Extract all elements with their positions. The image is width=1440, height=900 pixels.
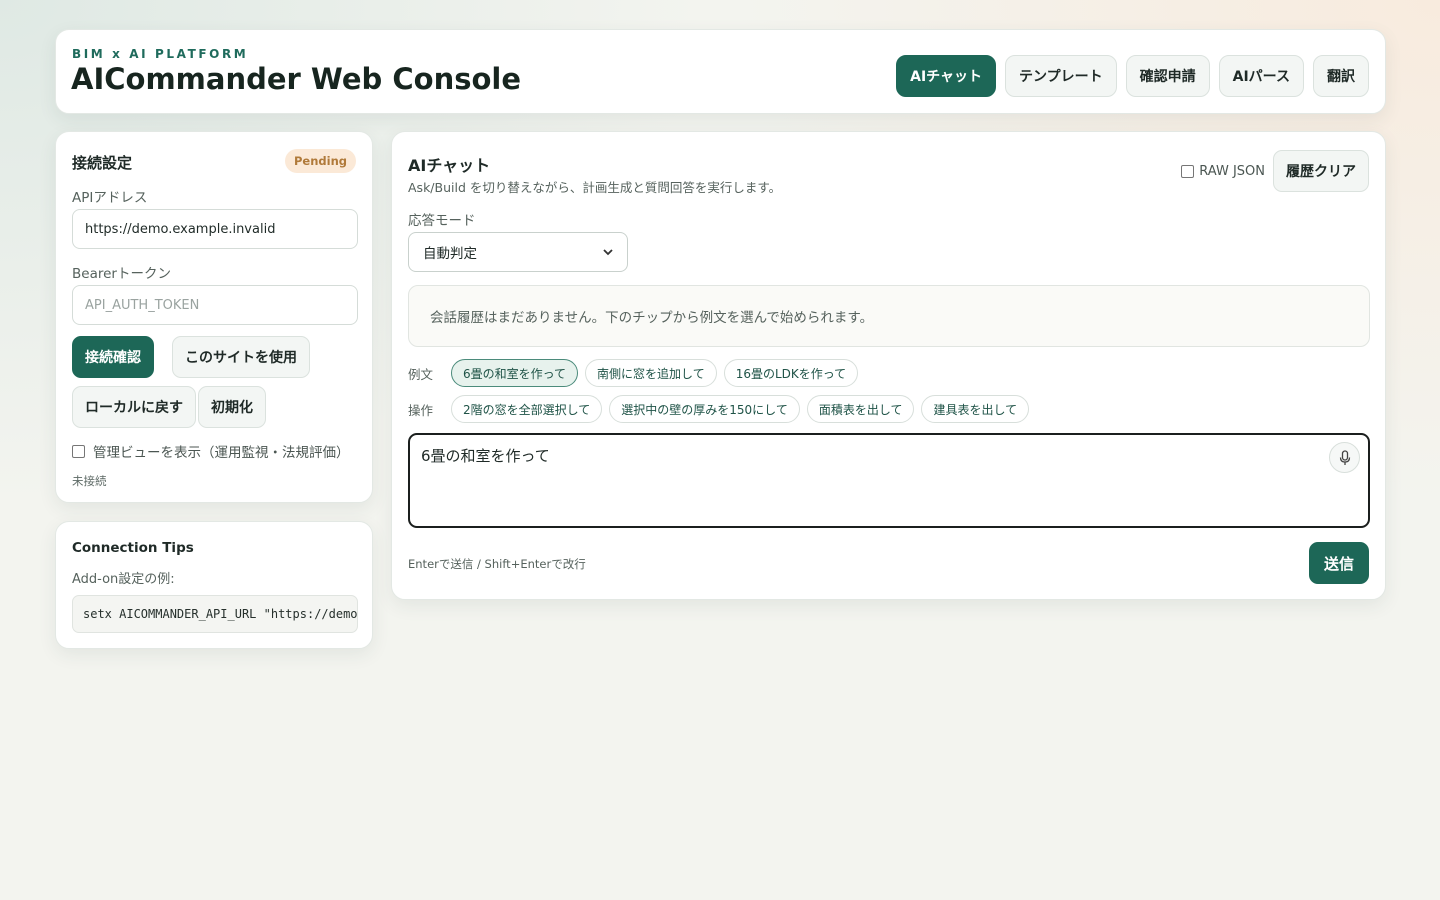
chat-subtitle: Ask/Build を切り替えながら、計画生成と質問回答を実行します。 — [408, 180, 782, 195]
operation-chip[interactable]: 建具表を出して — [921, 395, 1030, 423]
examples-label: 例文 — [408, 366, 434, 382]
operation-chip[interactable]: 面積表を出して — [806, 395, 915, 423]
bearer-token-label: Bearerトークン — [72, 266, 171, 282]
connection-status-text: 未接続 — [72, 474, 107, 488]
reset-button[interactable]: 初期化 — [198, 386, 266, 428]
header-card: BIM x AI PLATFORM AICommander Web Consol… — [55, 29, 1386, 114]
raw-json-label: RAW JSON — [1199, 164, 1265, 179]
chat-history-panel: 会話履歴はまだありません。下のチップから例文を選んで始められます。 — [408, 285, 1370, 347]
example-chip[interactable]: 6畳の和室を作って — [451, 359, 579, 387]
tab-permit-application[interactable]: 確認申請 — [1125, 55, 1210, 97]
api-address-input[interactable]: https://demo.example.invalid — [72, 209, 358, 249]
example-chips-row: 例文 6畳の和室を作って 南側に窓を追加して 16畳のLDKを作って — [408, 359, 859, 387]
microphone-icon[interactable] — [1329, 442, 1360, 473]
response-mode-select[interactable]: 自動判定 — [408, 232, 628, 272]
keyboard-hint: Enterで送信 / Shift+Enterで改行 — [408, 557, 586, 571]
admin-view-label: 管理ビューを表示（運用監視・法規評価） — [93, 445, 350, 461]
ai-chat-card: AIチャット Ask/Build を切り替えながら、計画生成と質問回答を実行しま… — [391, 131, 1386, 600]
tips-code-block[interactable]: setx AICOMMANDER_API_URL "https://demo — [72, 595, 358, 633]
chat-history-empty-text: 会話履歴はまだありません。下のチップから例文を選んで始められます。 — [430, 310, 874, 326]
raw-json-toggle[interactable]: RAW JSON — [1181, 164, 1265, 179]
revert-local-button[interactable]: ローカルに戻す — [72, 386, 196, 428]
chat-input-value: 6畳の和室を作って — [421, 447, 550, 465]
admin-view-checkbox[interactable] — [72, 444, 85, 458]
tips-title: Connection Tips — [72, 540, 194, 556]
clear-history-button[interactable]: 履歴クリア — [1273, 150, 1369, 192]
connection-settings-title: 接続設定 — [72, 154, 133, 172]
chevron-down-icon — [603, 244, 613, 260]
connection-check-button[interactable]: 接続確認 — [72, 336, 154, 378]
chat-input[interactable]: 6畳の和室を作って — [408, 433, 1370, 528]
page-title: AICommander Web Console — [71, 62, 522, 96]
send-button[interactable]: 送信 — [1308, 542, 1369, 584]
brand-kicker: BIM x AI PLATFORM — [72, 47, 249, 61]
operations-label: 操作 — [408, 402, 434, 418]
connection-tips-card: Connection Tips Add-on設定の例: setx AICOMMA… — [55, 521, 373, 649]
admin-view-toggle[interactable]: 管理ビューを表示（運用監視・法規評価） — [72, 441, 350, 461]
operation-chip[interactable]: 2階の窓を全部選択して — [451, 395, 603, 423]
tab-translate[interactable]: 翻訳 — [1313, 55, 1369, 97]
response-mode-label: 応答モード — [408, 213, 476, 229]
connection-settings-card: 接続設定 Pending APIアドレス https://demo.exampl… — [55, 131, 373, 503]
raw-json-checkbox[interactable] — [1181, 165, 1195, 178]
response-mode-value: 自動判定 — [423, 246, 477, 262]
example-chip[interactable]: 南側に窓を追加して — [585, 359, 717, 387]
chat-title: AIチャット — [408, 156, 491, 175]
operation-chip[interactable]: 選択中の壁の厚みを150にして — [609, 395, 800, 423]
tab-ai-chat[interactable]: AIチャット — [896, 55, 997, 97]
api-address-label: APIアドレス — [72, 190, 148, 206]
operation-chips-row: 操作 2階の窓を全部選択して 選択中の壁の厚みを150にして 面積表を出して 建… — [408, 395, 1030, 423]
example-chip[interactable]: 16畳のLDKを作って — [723, 359, 859, 387]
tab-ai-perspective[interactable]: AIパース — [1218, 55, 1304, 97]
use-this-site-button[interactable]: このサイトを使用 — [172, 336, 310, 378]
bearer-token-input[interactable]: API_AUTH_TOKEN — [72, 285, 358, 325]
tab-templates[interactable]: テンプレート — [1005, 55, 1117, 97]
tips-subtitle: Add-on設定の例: — [72, 572, 175, 587]
main-nav: AIチャット テンプレート 確認申請 AIパース 翻訳 — [896, 55, 1369, 97]
status-badge: Pending — [284, 149, 356, 173]
